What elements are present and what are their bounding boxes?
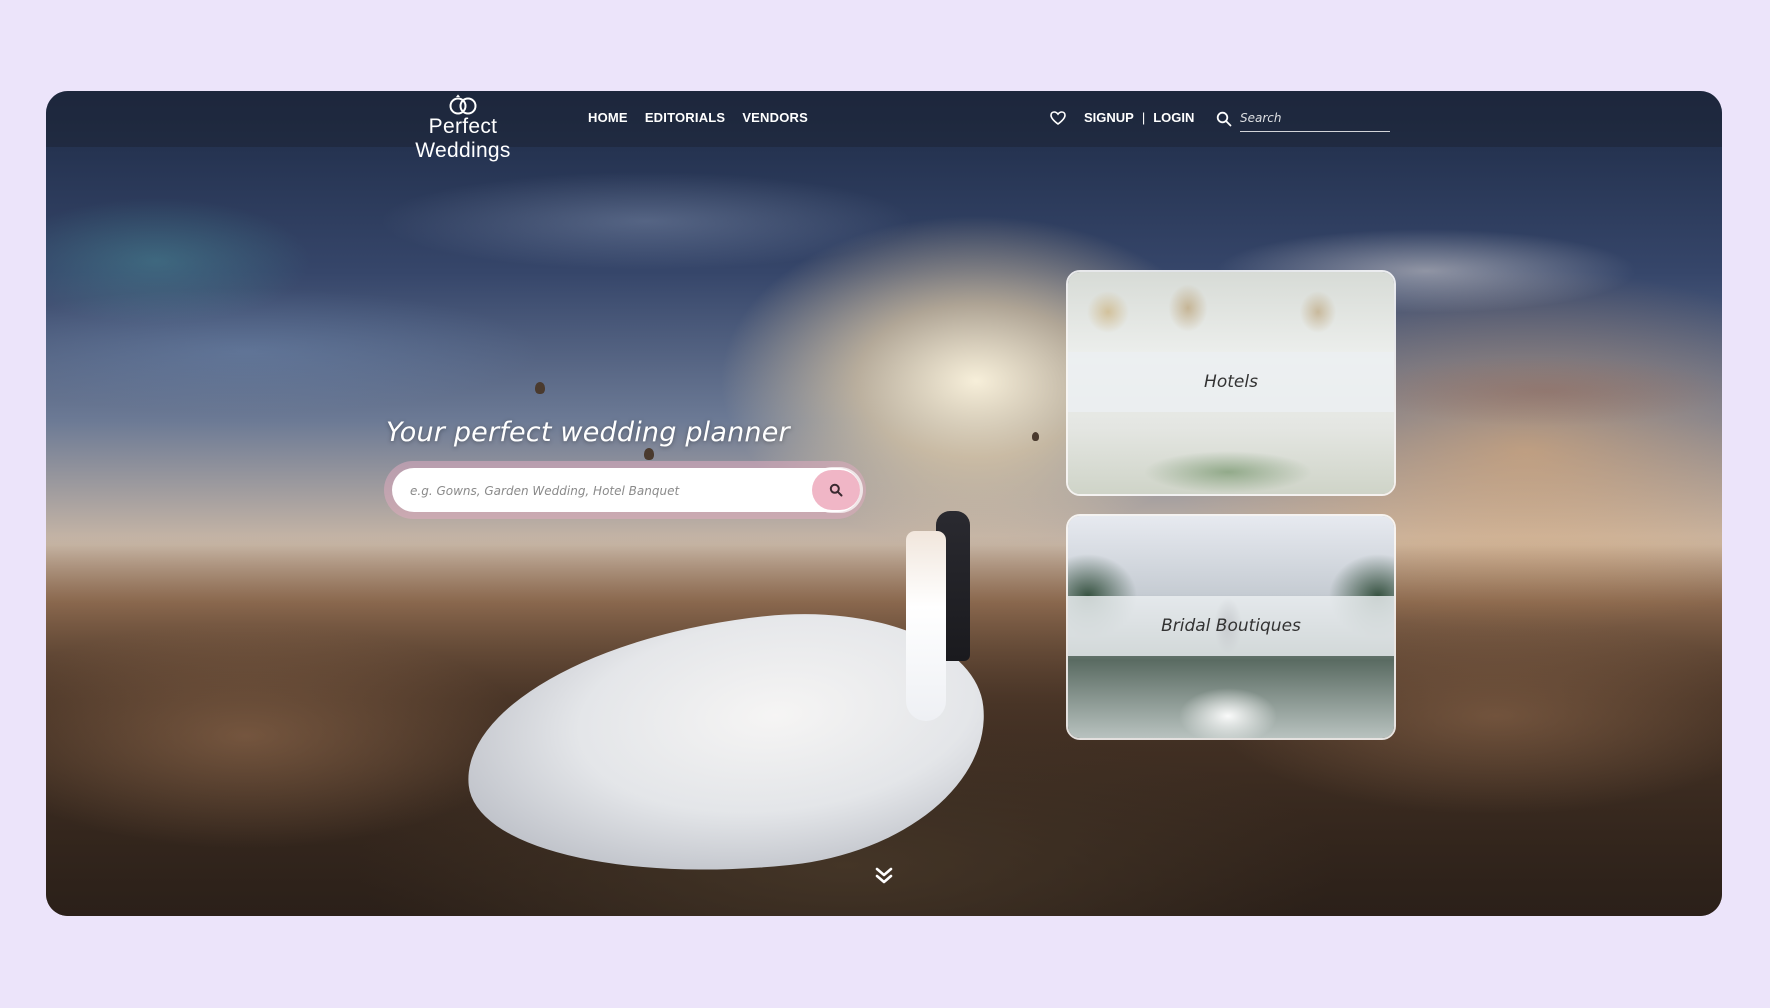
signup-link[interactable]: SIGNUP bbox=[1084, 110, 1134, 125]
search-icon[interactable] bbox=[1216, 111, 1232, 127]
top-navbar: Perfect Weddings HOME EDITORIALS VENDORS… bbox=[46, 91, 1722, 162]
nav-search-input[interactable] bbox=[1240, 105, 1390, 132]
card-label-band: Hotels bbox=[1068, 352, 1394, 412]
nav-home[interactable]: HOME bbox=[588, 110, 628, 125]
nav-search bbox=[1216, 105, 1392, 132]
card-label: Bridal Boutiques bbox=[1161, 616, 1301, 636]
search-icon bbox=[829, 483, 843, 497]
hero-search-field-wrapper bbox=[392, 468, 860, 514]
hot-air-balloon bbox=[535, 382, 545, 394]
main-nav: HOME EDITORIALS VENDORS bbox=[588, 110, 808, 125]
nav-editorials[interactable]: EDITORIALS bbox=[645, 110, 726, 125]
card-label-band: Bridal Boutiques bbox=[1068, 596, 1394, 656]
heart-icon[interactable] bbox=[1050, 110, 1066, 125]
hero-search-bar bbox=[384, 461, 866, 519]
category-card-bridal-boutiques[interactable]: Bridal Boutiques bbox=[1066, 514, 1396, 740]
hot-air-balloon bbox=[644, 448, 654, 460]
hero-search-button[interactable] bbox=[812, 470, 860, 510]
auth-links: SIGNUP | LOGIN bbox=[1050, 110, 1194, 125]
auth-separator: | bbox=[1141, 110, 1146, 125]
hero-title: Your perfect wedding planner bbox=[386, 417, 790, 448]
card-label: Hotels bbox=[1204, 372, 1258, 392]
chevron-double-down-icon[interactable] bbox=[872, 864, 896, 888]
login-link[interactable]: LOGIN bbox=[1153, 110, 1194, 125]
brand-name: Perfect Weddings bbox=[415, 115, 511, 162]
category-card-hotels[interactable]: Hotels bbox=[1066, 270, 1396, 496]
bride bbox=[906, 531, 946, 721]
brand-logo[interactable]: Perfect Weddings bbox=[378, 93, 548, 162]
hero-frame: Perfect Weddings HOME EDITORIALS VENDORS… bbox=[46, 91, 1722, 916]
rings-icon bbox=[449, 94, 477, 115]
hot-air-balloon bbox=[1032, 432, 1039, 441]
hero-search-input[interactable] bbox=[408, 468, 792, 514]
nav-vendors[interactable]: VENDORS bbox=[742, 110, 808, 125]
wedding-couple bbox=[906, 491, 976, 721]
